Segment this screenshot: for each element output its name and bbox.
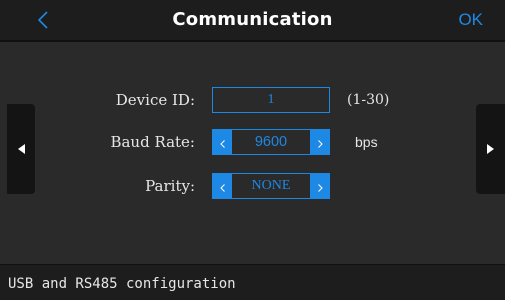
device-id-value: 1 bbox=[267, 92, 275, 107]
previous-page-button[interactable] bbox=[7, 104, 35, 194]
header-bar: Communication OK bbox=[0, 0, 505, 40]
status-bar: USB and RS485 configuration bbox=[0, 264, 505, 300]
next-page-button[interactable] bbox=[476, 104, 505, 194]
parity-label: Parity: bbox=[145, 177, 195, 195]
chevron-right-icon bbox=[317, 133, 323, 152]
device-id-range: (1-30) bbox=[347, 92, 390, 108]
device-id-label: Device ID: bbox=[115, 91, 195, 109]
status-text: USB and RS485 configuration bbox=[8, 276, 236, 292]
baud-rate-label: Baud Rate: bbox=[110, 133, 195, 151]
communication-screen: Communication OK Device ID: 1 (1-30) Bau… bbox=[0, 0, 505, 300]
triangle-right-icon bbox=[487, 144, 494, 154]
parity-stepper[interactable]: NONE bbox=[212, 173, 330, 199]
chevron-right-icon bbox=[317, 177, 323, 196]
baud-rate-stepper[interactable]: 9600 bbox=[212, 129, 330, 155]
baud-rate-increment-button[interactable] bbox=[310, 129, 330, 155]
baud-rate-unit: bps bbox=[355, 134, 378, 150]
chevron-left-icon bbox=[38, 11, 48, 29]
device-id-field[interactable]: 1 bbox=[212, 87, 330, 113]
back-button[interactable] bbox=[28, 0, 58, 40]
triangle-left-icon bbox=[17, 144, 25, 154]
header-divider bbox=[0, 40, 505, 42]
parity-increment-button[interactable] bbox=[310, 173, 330, 199]
ok-button[interactable]: OK bbox=[458, 0, 483, 40]
page-title: Communication bbox=[172, 9, 333, 30]
